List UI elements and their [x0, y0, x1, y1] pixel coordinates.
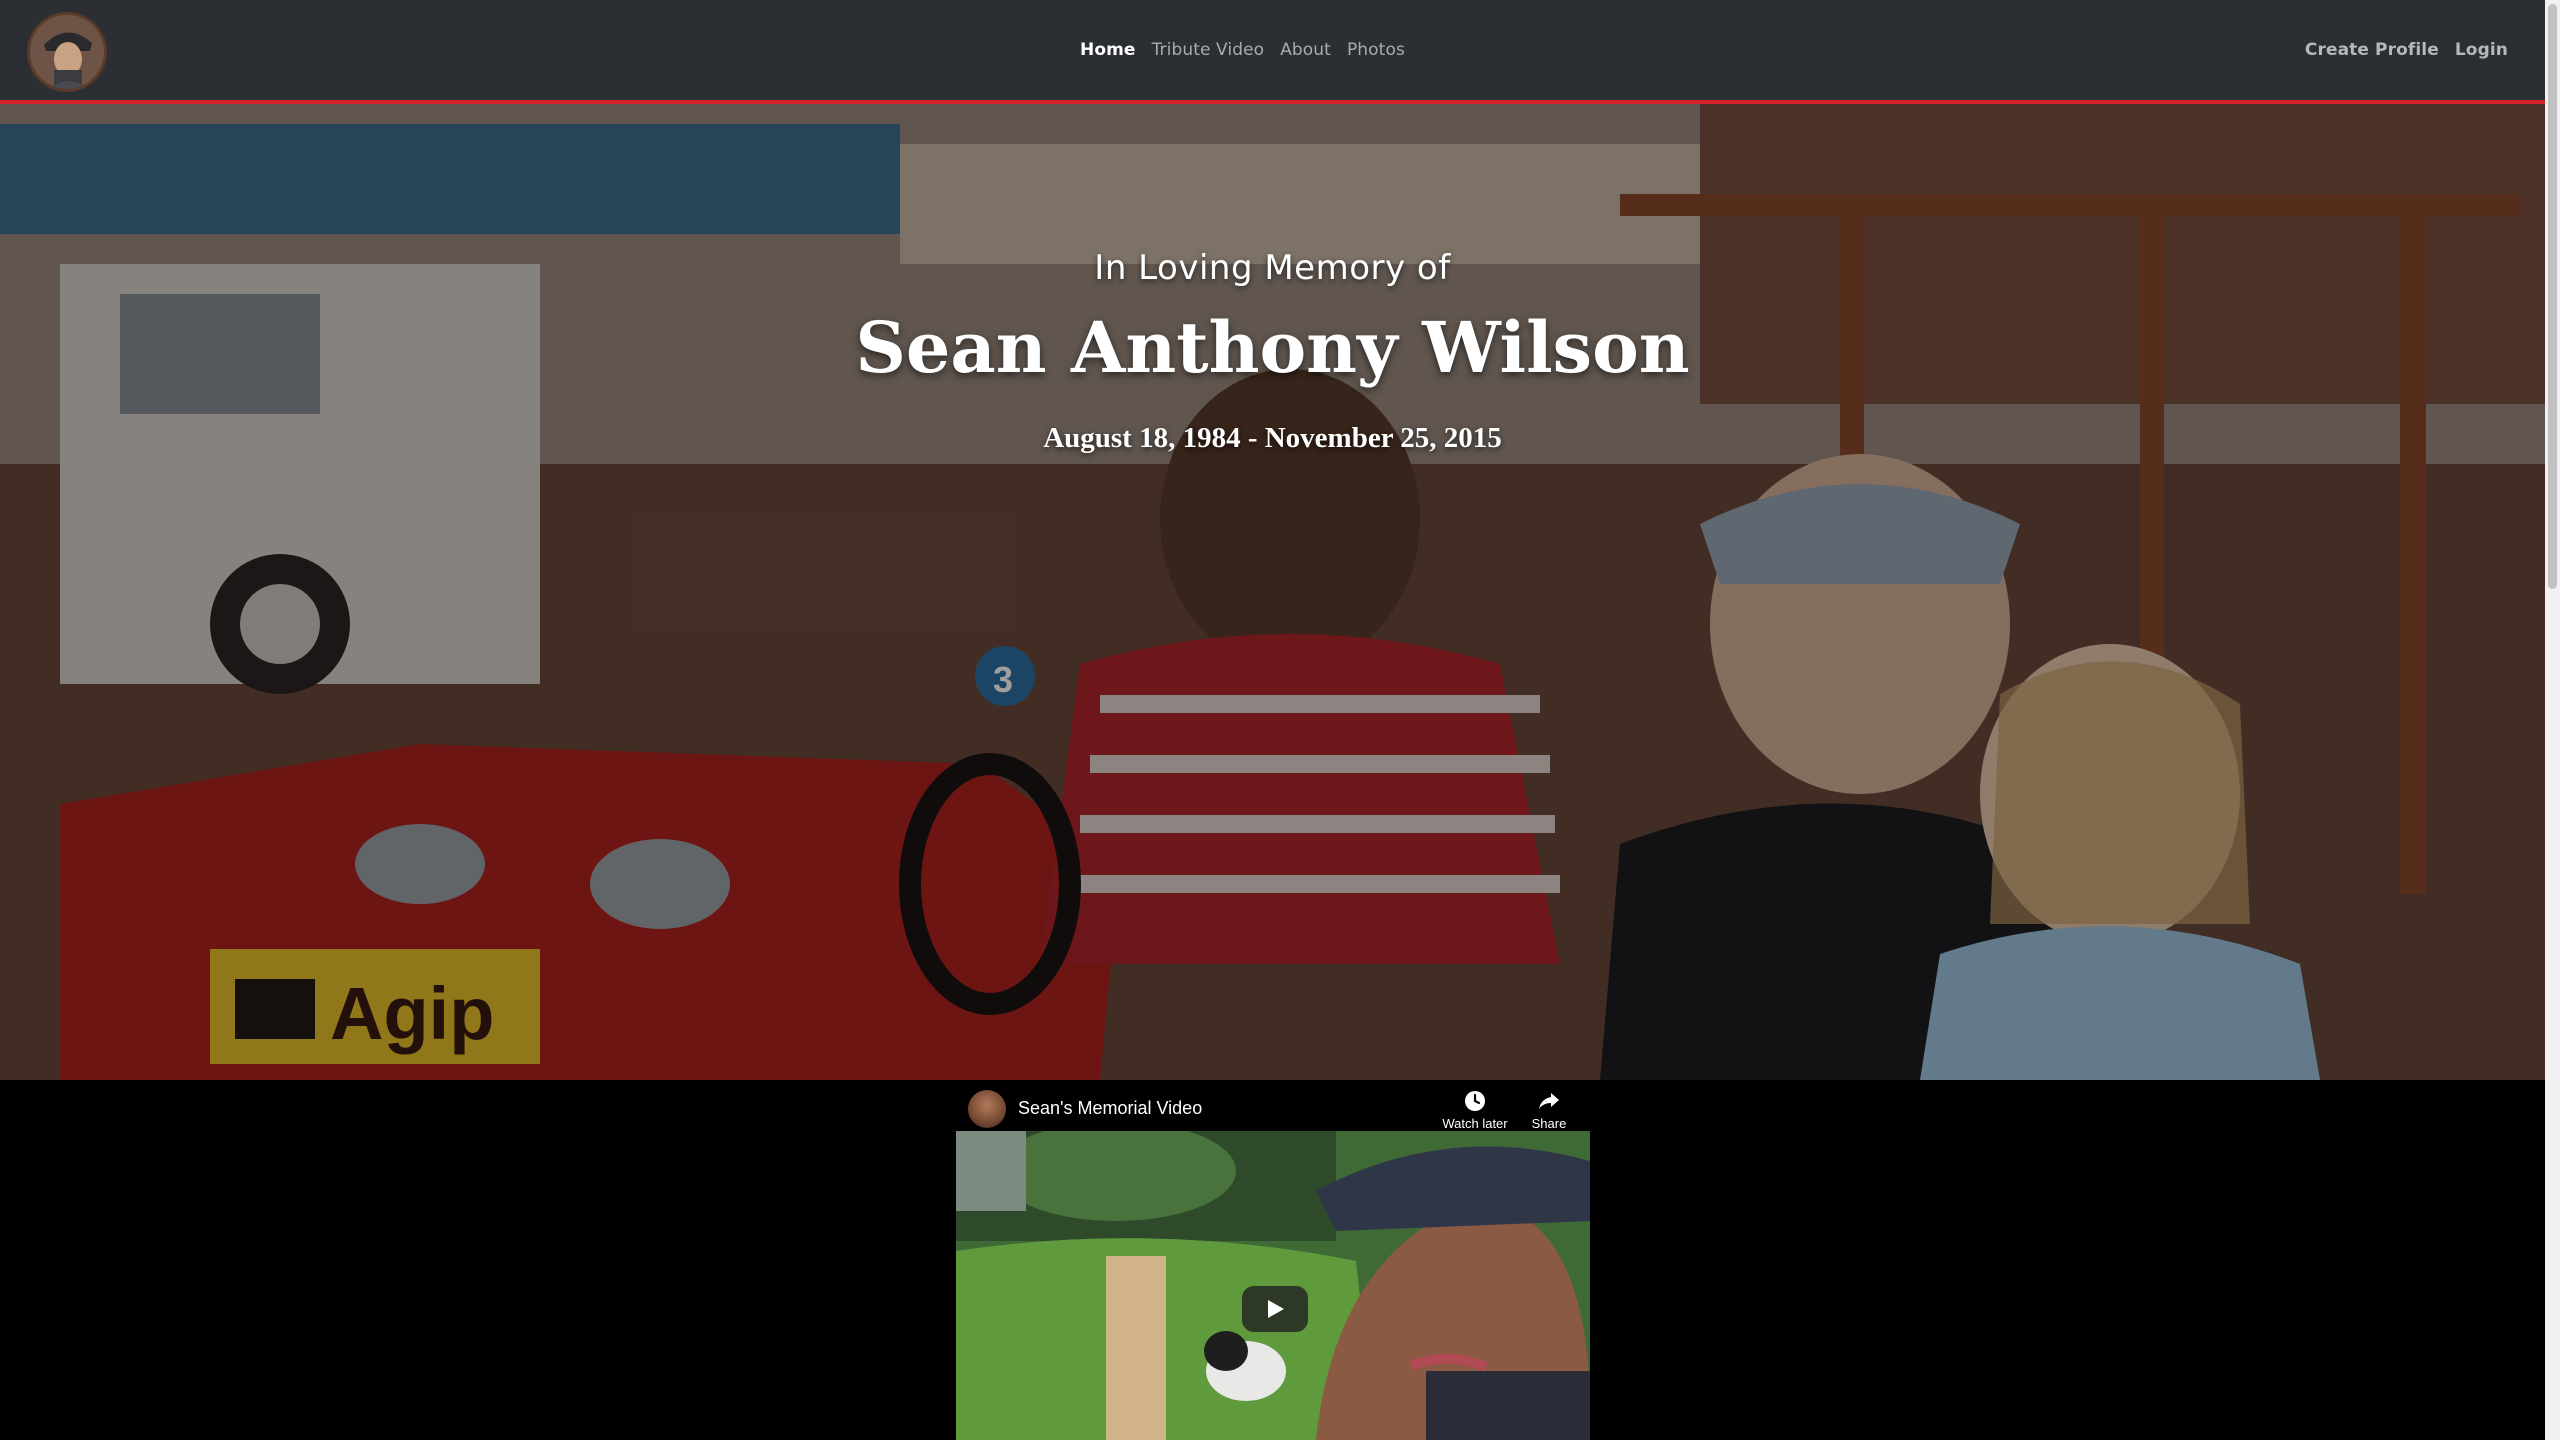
memorial-heading-block: In Loving Memory of Sean Anthony Wilson …: [0, 244, 2545, 458]
play-button[interactable]: [1242, 1286, 1308, 1332]
channel-avatar[interactable]: [968, 1090, 1006, 1128]
clock-icon: [1465, 1091, 1485, 1111]
life-dates: August 18, 1984 - November 25, 2015: [1043, 422, 1502, 454]
share-button[interactable]: Share: [1514, 1090, 1584, 1131]
nav-about-link[interactable]: About: [1280, 40, 1331, 60]
youtube-embed-player[interactable]: Sean's Memorial Video Watch later Share: [956, 1080, 1590, 1440]
memory-pretitle: In Loving Memory of: [1094, 248, 1451, 288]
main-nav: Home Tribute Video About Photos: [1080, 0, 1405, 100]
nav-home-link[interactable]: Home: [1080, 40, 1136, 60]
nav-tribute-video-link[interactable]: Tribute Video: [1152, 40, 1265, 60]
video-top-bar: Sean's Memorial Video Watch later Share: [956, 1080, 1590, 1131]
play-icon: [1268, 1300, 1284, 1318]
site-logo-avatar[interactable]: [27, 12, 107, 92]
watch-later-label: Watch later: [1442, 1116, 1508, 1131]
share-icon: [1539, 1093, 1559, 1109]
tribute-video-section: Sean's Memorial Video Watch later Share: [0, 1080, 2545, 1440]
memorial-hero: Agip 3 In Loving Memory of Sean Anthony …: [0, 104, 2545, 1080]
top-navbar: Home Tribute Video About Photos Create P…: [0, 0, 2545, 104]
profile-avatar-icon: [30, 15, 104, 89]
nav-photos-link[interactable]: Photos: [1347, 40, 1405, 60]
create-profile-link[interactable]: Create Profile: [2305, 40, 2439, 60]
login-link[interactable]: Login: [2455, 40, 2508, 60]
account-nav: Create Profile Login: [2305, 0, 2508, 100]
scrollbar-thumb[interactable]: [2548, 4, 2557, 589]
video-title-link[interactable]: Sean's Memorial Video: [1018, 1098, 1202, 1119]
share-label: Share: [1531, 1116, 1567, 1131]
deceased-name: Sean Anthony Wilson: [855, 306, 1690, 389]
page-scrollbar[interactable]: [2545, 0, 2560, 1440]
watch-later-button[interactable]: Watch later: [1440, 1090, 1510, 1131]
